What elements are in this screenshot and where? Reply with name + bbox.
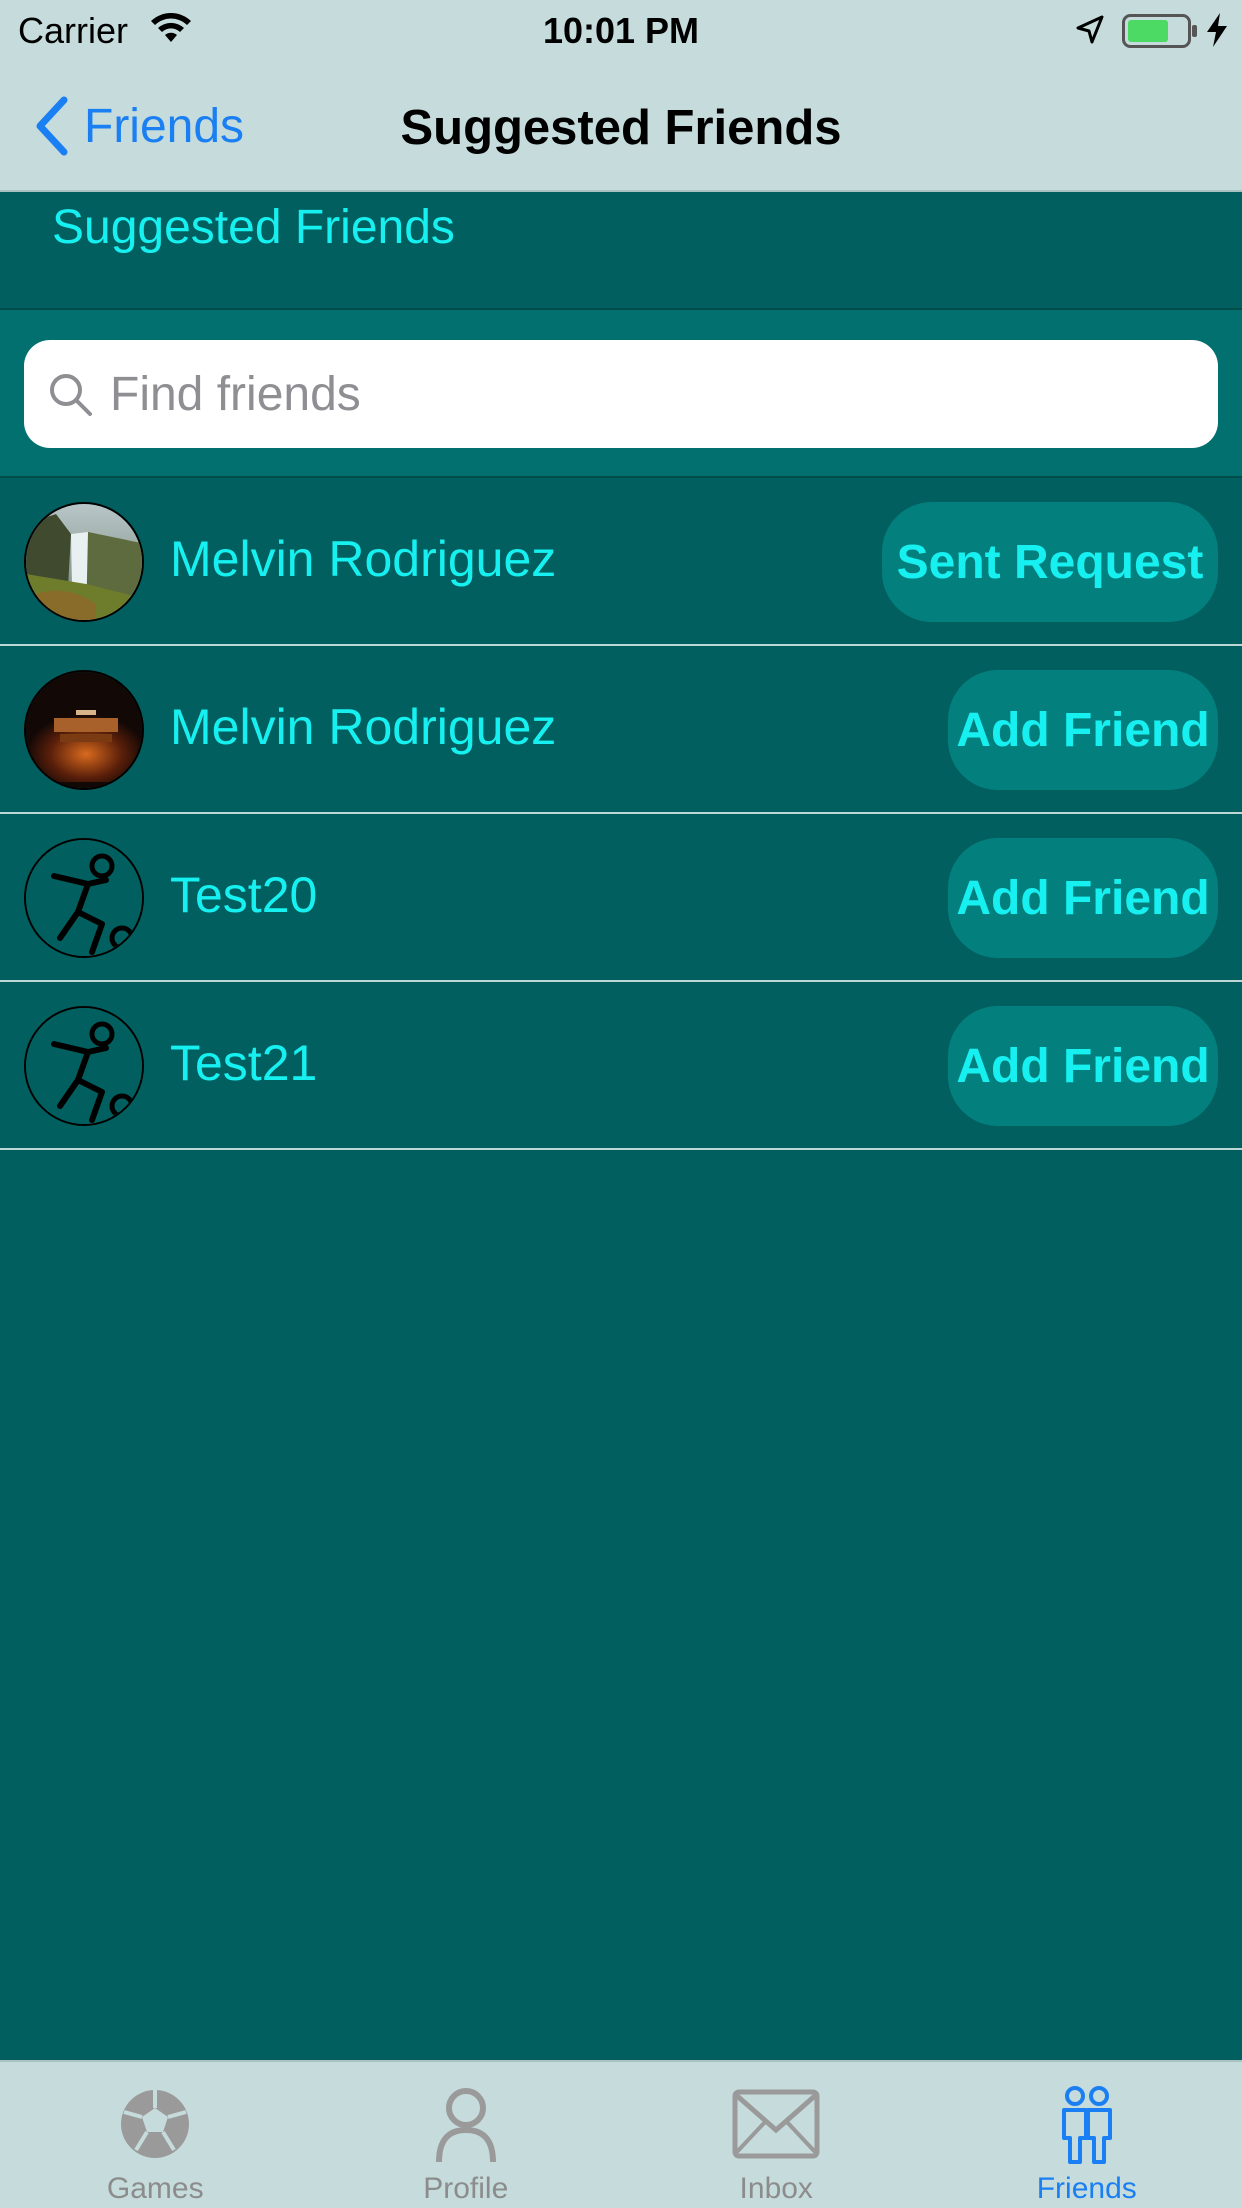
soccer-ball-icon [121,2090,190,2158]
location-arrow-icon [1076,15,1104,44]
page-title: Suggested Friends [400,101,842,155]
list-item: Melvin Rodriguez Sent Request [0,478,1242,646]
friend-name: Melvin Rodriguez [170,531,557,587]
soccer-player-icon [24,1006,144,1126]
list-item: Test20 Add Friend [0,814,1242,982]
tab-profile[interactable]: Profile [311,2062,622,2208]
search-bar [0,310,1242,478]
friend-name: Test21 [170,1035,318,1091]
add-friend-button[interactable]: Add Friend [948,1006,1218,1126]
friend-name: Melvin Rodriguez [170,699,557,755]
tab-label: Games [106,2172,204,2205]
status-bar: Carrier 10:01 PM [0,0,1242,60]
section-title: Suggested Friends [52,201,455,254]
list-item: Melvin Rodriguez Add Friend [0,646,1242,814]
search-box[interactable] [24,340,1218,448]
avatar-avengers-poster [24,670,144,790]
tab-label: Inbox [739,2172,813,2205]
charging-bolt-icon [1207,13,1227,47]
section-header: Suggested Friends [0,192,1242,310]
tab-games[interactable]: Games [0,2062,311,2208]
tab-label: Profile [423,2172,509,2205]
battery-icon [1122,14,1197,48]
tab-inbox[interactable]: Inbox [621,2062,932,2208]
tab-friends[interactable]: Friends [932,2062,1242,2208]
tab-label: Friends [1036,2172,1137,2205]
clock: 10:01 PM [542,10,700,51]
search-icon [50,374,92,416]
add-friend-button[interactable]: Add Friend [948,670,1218,790]
list-item: Test21 Add Friend [0,982,1242,1150]
friend-list: Melvin Rodriguez Sent Request Melvin Rod… [0,478,1242,1150]
friends-icon [1061,2086,1112,2164]
tab-bar: Games Profile Inbox Friends [0,2060,1242,2208]
sent-request-button[interactable]: Sent Request [882,502,1218,622]
person-icon [435,2088,496,2163]
navigation-bar: Friends Suggested Friends [0,60,1242,192]
add-friend-button[interactable]: Add Friend [948,838,1218,958]
envelope-icon [732,2089,820,2159]
soccer-player-icon [24,838,144,958]
avatar-waterfall-photo [24,502,144,622]
friend-name: Test20 [170,867,318,923]
search-input[interactable] [110,366,1190,422]
